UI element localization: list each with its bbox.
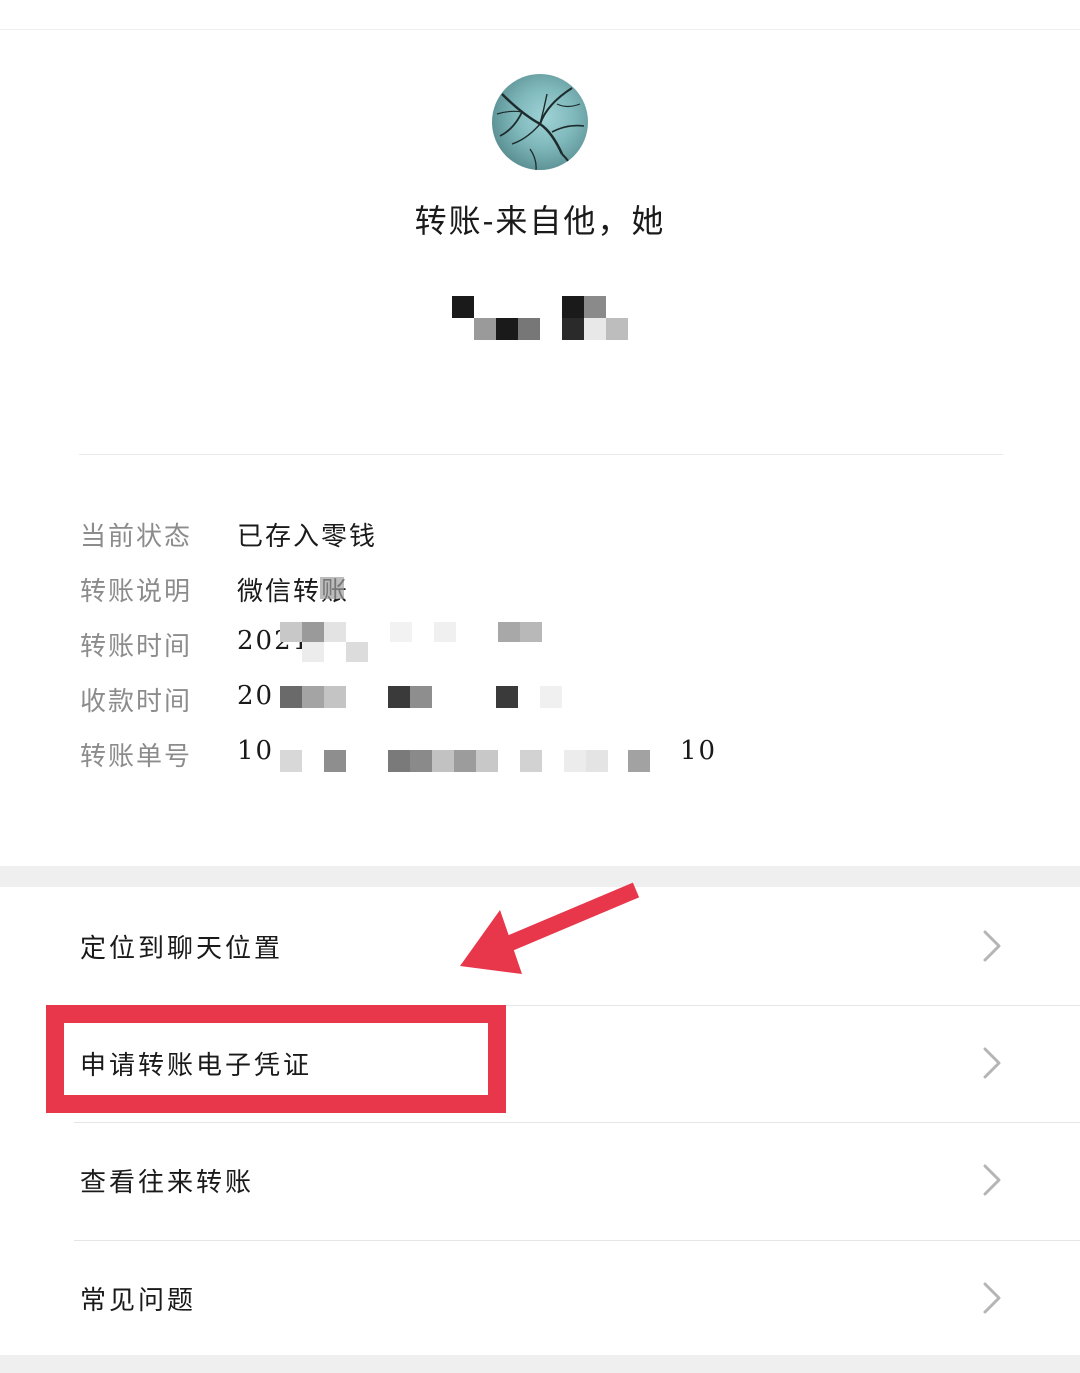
amount-redacted-mosaic <box>452 296 628 340</box>
annotation-highlight-box <box>46 1005 506 1113</box>
avatar-branches-image <box>496 87 585 170</box>
menu-label: 查看往来转账 <box>80 1168 255 1198</box>
chevron-right-icon <box>983 1164 1001 1196</box>
transfer-title: 转账-来自他，她 <box>414 202 666 240</box>
detail-label: 当前状态 <box>80 522 193 552</box>
top-divider <box>0 29 1080 30</box>
detail-label: 转账说明 <box>80 577 193 607</box>
detail-value: 20 <box>237 681 275 711</box>
detail-value: 已存入零钱 <box>237 522 378 552</box>
detail-label: 收款时间 <box>80 687 193 717</box>
detail-label: 转账时间 <box>80 632 193 662</box>
annotation-arrow-icon <box>460 882 640 974</box>
detail-value-tail: 10 <box>680 736 718 766</box>
chevron-right-icon <box>983 930 1001 962</box>
chevron-right-icon <box>983 1047 1001 1079</box>
detail-value: 10 <box>237 736 275 766</box>
detail-label: 转账单号 <box>80 742 193 772</box>
section-divider <box>79 454 1003 455</box>
menu-label: 常见问题 <box>80 1286 197 1316</box>
sender-avatar <box>492 74 588 170</box>
transfer-detail-page: 转账-来自他，她 当前状态 已存入零钱 转账说明 微信转账 转账时间 2021 <box>0 0 1080 1373</box>
bottom-band <box>0 1355 1080 1373</box>
menu-label: 定位到聊天位置 <box>80 934 284 964</box>
detail-row-transfer-no: 转账单号 10 10 <box>80 736 760 776</box>
menu-item-view-transfers[interactable]: 查看往来转账 <box>0 1122 1080 1239</box>
menu-item-faq[interactable]: 常见问题 <box>0 1240 1080 1357</box>
chevron-right-icon <box>983 1282 1001 1314</box>
